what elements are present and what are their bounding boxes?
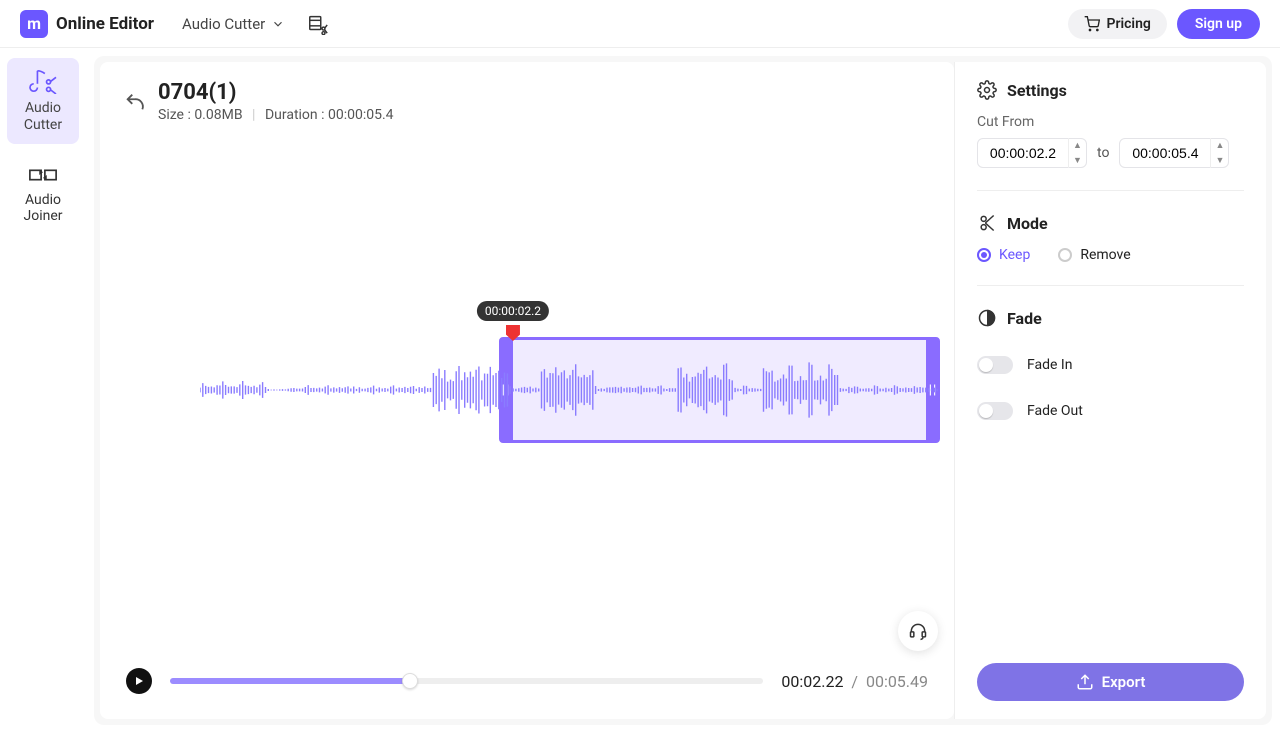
cut-from-input[interactable]: ▲ ▼ <box>977 138 1087 168</box>
file-title: 0704(1) <box>158 80 394 105</box>
fade-out-toggle[interactable] <box>977 402 1013 420</box>
mode-keep-radio[interactable]: Keep <box>977 247 1030 263</box>
time-separator: / <box>851 672 858 691</box>
tool-dropdown[interactable]: Audio Cutter <box>182 15 285 33</box>
player-controls: 00:02.22 / 00:05.49 <box>100 651 954 719</box>
mode-keep-label: Keep <box>999 247 1030 263</box>
radio-dot-icon <box>1058 248 1072 262</box>
signup-label: Sign up <box>1195 16 1242 32</box>
seek-knob[interactable] <box>402 673 418 689</box>
fade-title: Fade <box>1007 309 1042 328</box>
radio-dot-icon <box>977 248 991 262</box>
file-meta: Size : 0.08MB | Duration : 00:00:05.4 <box>158 107 394 123</box>
tool-dropdown-label: Audio Cutter <box>182 15 265 33</box>
audio-joiner-icon <box>28 164 58 186</box>
export-button[interactable]: Export <box>977 663 1244 701</box>
headset-icon <box>908 621 928 641</box>
spinner-down[interactable]: ▼ <box>1069 153 1086 168</box>
time-readout: 00:02.22 / 00:05.49 <box>781 672 928 691</box>
cut-from-label: Cut From <box>977 114 1244 130</box>
file-size: Size : 0.08MB <box>158 107 243 123</box>
settings-title: Settings <box>1007 81 1067 100</box>
sidebar-item-audio-cutter[interactable]: Audio Cutter <box>7 58 79 144</box>
sidebar-item-audio-joiner[interactable]: Audio Joiner <box>7 154 79 236</box>
total-time: 00:05.49 <box>866 672 928 691</box>
sidebar-item-label: Audio Cutter <box>11 100 75 134</box>
file-duration: Duration : 00:00:05.4 <box>265 107 394 123</box>
topbar: m Online Editor Audio Cutter Pricing Sig… <box>0 0 1280 48</box>
mode-header: Mode <box>977 213 1244 233</box>
cut-from-spinner: ▲ ▼ <box>1068 138 1086 168</box>
editor-canvas: 0704(1) Size : 0.08MB | Duration : 00:00… <box>100 62 954 719</box>
chevron-down-icon <box>271 17 285 31</box>
to-label: to <box>1097 145 1109 161</box>
seek-fill <box>170 678 410 684</box>
mode-remove-radio[interactable]: Remove <box>1058 247 1130 263</box>
sidebar: Audio Cutter Audio Joiner <box>0 48 86 733</box>
fade-in-label: Fade In <box>1027 357 1072 373</box>
undo-button[interactable] <box>124 91 146 113</box>
play-icon <box>133 675 145 687</box>
cut-to-value[interactable] <box>1120 145 1210 161</box>
app-name: Online Editor <box>56 14 154 34</box>
signup-button[interactable]: Sign up <box>1177 9 1260 39</box>
waveform-icon <box>200 360 940 420</box>
cut-from-value[interactable] <box>978 145 1068 161</box>
mode-remove-label: Remove <box>1080 247 1130 263</box>
cut-to-input[interactable]: ▲ ▼ <box>1119 138 1229 168</box>
playhead-time-bubble: 00:00:02.2 <box>477 301 549 321</box>
spinner-up[interactable]: ▲ <box>1069 138 1086 153</box>
fade-in-toggle[interactable] <box>977 356 1013 374</box>
gear-icon <box>977 80 997 100</box>
support-button[interactable] <box>898 611 938 651</box>
video-cut-icon[interactable] <box>307 13 329 35</box>
fade-icon <box>977 308 997 328</box>
fade-out-label: Fade Out <box>1027 403 1083 419</box>
current-time: 00:02.22 <box>781 672 843 691</box>
pricing-button[interactable]: Pricing <box>1068 9 1166 39</box>
stage: 0704(1) Size : 0.08MB | Duration : 00:00… <box>94 56 1272 725</box>
cut-to-spinner: ▲ ▼ <box>1210 138 1228 168</box>
export-label: Export <box>1102 673 1146 691</box>
settings-panel: Settings Cut From ▲ ▼ to ▲ ▼ <box>954 62 1266 719</box>
audio-cutter-icon <box>28 68 58 94</box>
spinner-up[interactable]: ▲ <box>1211 138 1228 153</box>
settings-header: Settings <box>977 80 1244 100</box>
export-icon <box>1076 673 1094 691</box>
sidebar-item-label: Audio Joiner <box>11 192 75 226</box>
waveform-area[interactable]: || || 00:00:02.2 <box>100 129 954 651</box>
pricing-label: Pricing <box>1106 16 1150 32</box>
play-button[interactable] <box>126 668 152 694</box>
app-logo-icon: m <box>20 10 48 38</box>
spinner-down[interactable]: ▼ <box>1211 153 1228 168</box>
fade-header: Fade <box>977 308 1244 328</box>
meta-separator: | <box>252 107 255 123</box>
mode-icon <box>977 213 997 233</box>
seek-bar[interactable] <box>170 678 763 684</box>
mode-title: Mode <box>1007 214 1048 233</box>
cart-icon <box>1084 16 1100 32</box>
